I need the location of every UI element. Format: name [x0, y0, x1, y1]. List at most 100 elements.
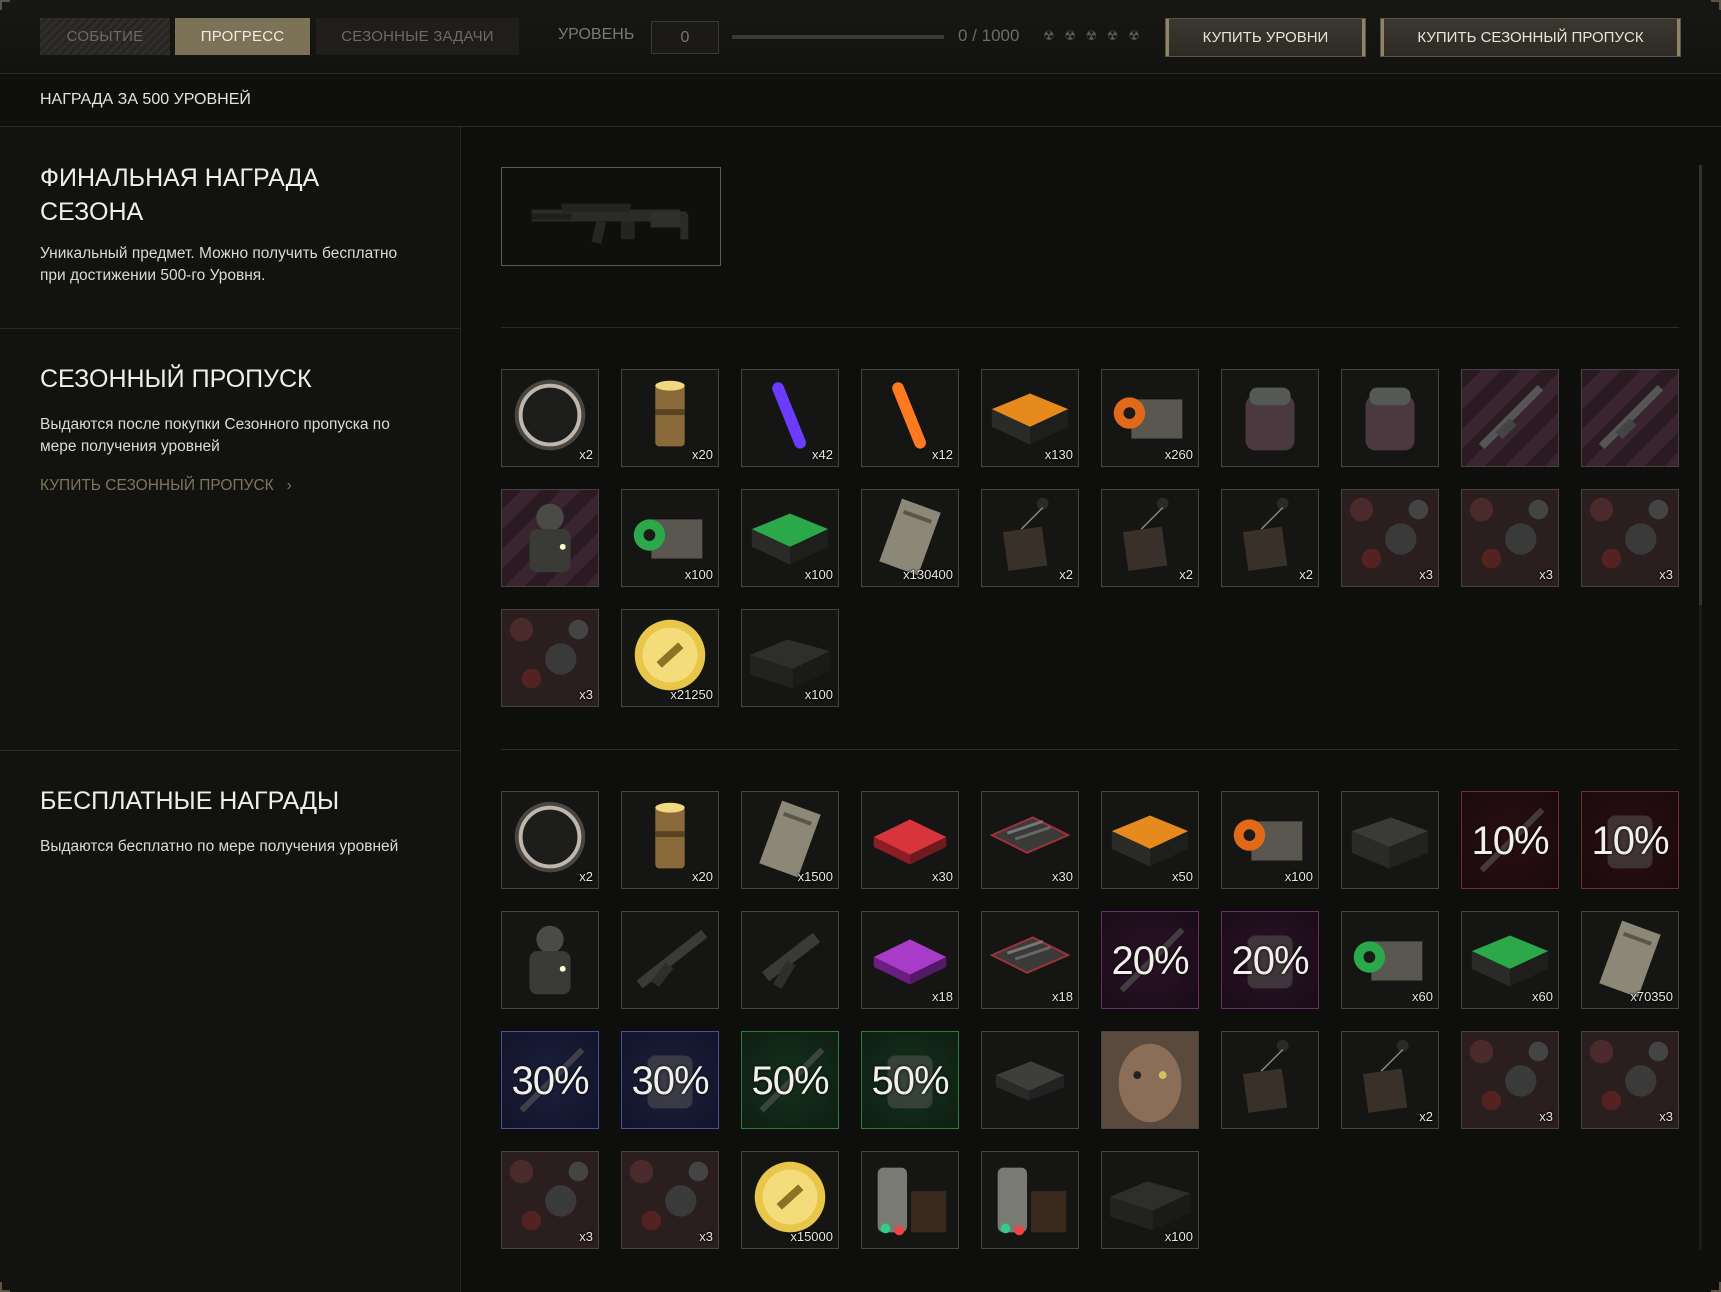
crate-icon [1342, 792, 1438, 888]
reward-item[interactable]: x42 [741, 369, 839, 467]
reward-item[interactable]: x2 [1341, 1031, 1439, 1129]
item-count: x2 [1419, 1109, 1433, 1124]
reward-item[interactable]: x50 [1101, 791, 1199, 889]
reward-item[interactable]: x100 [1221, 791, 1319, 889]
reward-item[interactable]: x2 [1221, 489, 1319, 587]
reward-item[interactable]: x100 [1101, 1151, 1199, 1249]
reward-item[interactable]: x30 [861, 791, 959, 889]
pendant-icon [1222, 1032, 1318, 1128]
assault-rifle-icon [531, 203, 689, 244]
divider [501, 327, 1679, 328]
face-portrait-icon [1102, 1032, 1198, 1128]
reward-item[interactable] [741, 911, 839, 1009]
item-count: x21250 [670, 687, 713, 702]
reward-item[interactable] [501, 489, 599, 587]
item-count: x130400 [903, 567, 953, 582]
reward-item[interactable]: x3 [1461, 1031, 1559, 1129]
reward-item[interactable]: x2 [1101, 489, 1199, 587]
reward-item[interactable]: x60 [1341, 911, 1439, 1009]
reward-item[interactable]: x20 [621, 791, 719, 889]
tab-season-tasks[interactable]: Сезонные задачи [316, 18, 519, 55]
lab-equipment-icon [982, 1152, 1078, 1248]
item-count: x3 [699, 1229, 713, 1244]
reward-item[interactable] [1341, 791, 1439, 889]
reward-item[interactable]: 20% [1101, 911, 1199, 1009]
item-count: x70350 [1630, 989, 1673, 1004]
item-count: x60 [1412, 989, 1433, 1004]
buy-pass-link[interactable]: Купить сезонный пропуск › [40, 477, 292, 495]
reward-item[interactable]: x21250 [621, 609, 719, 707]
reward-item[interactable]: x18 [981, 911, 1079, 1009]
reward-item[interactable] [621, 911, 719, 1009]
reward-item[interactable] [1221, 1031, 1319, 1129]
reward-item[interactable]: x2 [501, 369, 599, 467]
reward-item[interactable]: 10% [1461, 791, 1559, 889]
rifle-skin-icon [1582, 370, 1678, 466]
backpack-icon [1222, 370, 1318, 466]
discount-percent: 10% [1471, 819, 1549, 863]
reward-item[interactable]: x3 [1581, 1031, 1679, 1129]
reward-item[interactable]: x15000 [741, 1151, 839, 1249]
discount-percent: 50% [871, 1059, 949, 1103]
reward-item[interactable]: x3 [621, 1151, 719, 1249]
reward-item[interactable]: 50% [741, 1031, 839, 1129]
reward-item[interactable]: 30% [621, 1031, 719, 1129]
season-pass-section: Сезонный пропуск Выдаются после покупки … [0, 329, 460, 751]
reward-item[interactable] [501, 911, 599, 1009]
reward-item[interactable] [861, 1151, 959, 1249]
reward-item[interactable]: x60 [1461, 911, 1559, 1009]
reward-item[interactable]: 20% [1221, 911, 1319, 1009]
left-column: Финальная награда сезона Уникальный пред… [0, 127, 461, 1292]
reward-item[interactable]: x3 [501, 609, 599, 707]
reward-item[interactable] [1461, 369, 1559, 467]
buy-pass-button[interactable]: Купить сезонный пропуск [1380, 18, 1681, 57]
reward-item[interactable]: x20 [621, 369, 719, 467]
reward-item[interactable] [1101, 1031, 1199, 1129]
reward-item[interactable]: x130 [981, 369, 1079, 467]
final-reward-item[interactable] [501, 167, 721, 266]
reward-item[interactable]: x12 [861, 369, 959, 467]
reward-item[interactable] [1341, 369, 1439, 467]
reward-item[interactable]: 50% [861, 1031, 959, 1129]
item-count: x100 [804, 567, 833, 582]
lab-equipment-icon [862, 1152, 958, 1248]
corner-ornament [0, 1282, 10, 1292]
buy-levels-button[interactable]: Купить уровни [1165, 18, 1366, 57]
discount-percent: 10% [1591, 819, 1669, 863]
reward-item[interactable]: x30 [981, 791, 1079, 889]
rewards-header: Награда за 500 уровней [0, 74, 1721, 127]
top-bar: Событие Прогресс Сезонные задачи Уровень… [0, 0, 1721, 74]
level-value: 0 [651, 21, 719, 54]
reward-item[interactable]: x3 [1341, 489, 1439, 587]
corner-ornament [0, 0, 10, 10]
reward-item[interactable] [981, 1031, 1079, 1129]
reward-item[interactable]: x2 [981, 489, 1079, 587]
reward-item[interactable]: 10% [1581, 791, 1679, 889]
reward-item[interactable]: x3 [501, 1151, 599, 1249]
scrollbar-thumb[interactable] [1699, 165, 1702, 605]
reward-item[interactable] [1221, 369, 1319, 467]
reward-item[interactable]: x2 [501, 791, 599, 889]
reward-item[interactable]: x100 [741, 609, 839, 707]
item-count: x100 [1164, 1229, 1193, 1244]
reward-item[interactable]: x70350 [1581, 911, 1679, 1009]
reward-item[interactable]: x1500 [741, 791, 839, 889]
reward-item[interactable]: x100 [621, 489, 719, 587]
final-reward-section: Финальная награда сезона Уникальный пред… [0, 127, 460, 329]
reward-item[interactable]: 30% [501, 1031, 599, 1129]
free-rewards-desc: Выдаются бесплатно по мере получения уро… [40, 838, 399, 855]
reward-item[interactable]: x18 [861, 911, 959, 1009]
xp-text: 0 / 1000 [958, 26, 1020, 45]
reward-item[interactable] [1581, 369, 1679, 467]
reward-item[interactable] [981, 1151, 1079, 1249]
corner-ornament [1711, 0, 1721, 10]
reward-item[interactable]: x130400 [861, 489, 959, 587]
item-count: x130 [1044, 447, 1073, 462]
reward-item[interactable]: x100 [741, 489, 839, 587]
tab-event[interactable]: Событие [40, 18, 170, 55]
tab-progress[interactable]: Прогресс [175, 18, 310, 55]
reward-item[interactable]: x260 [1101, 369, 1199, 467]
reward-item[interactable]: x3 [1581, 489, 1679, 587]
reward-item[interactable]: x3 [1461, 489, 1559, 587]
item-count: x260 [1164, 447, 1193, 462]
